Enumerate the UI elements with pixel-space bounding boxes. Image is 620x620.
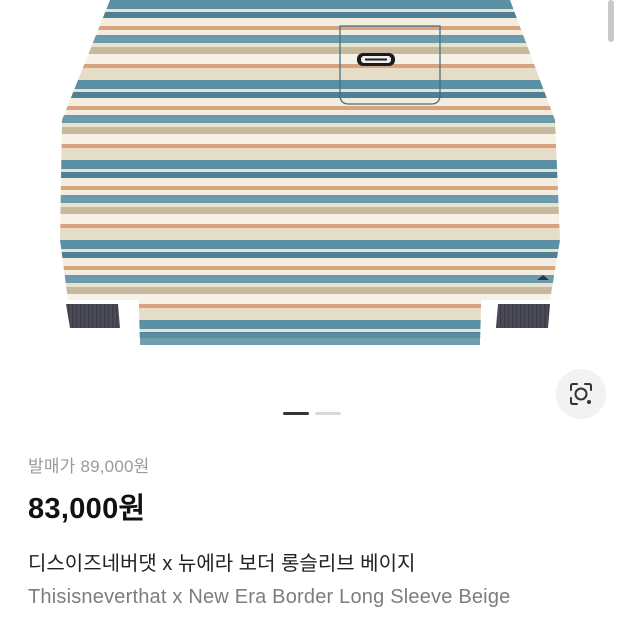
product-info: 발매가 89,000원 83,000원 디스이즈네버댓 x 뉴에라 보더 롱슬리… <box>28 452 598 609</box>
scrollbar[interactable] <box>608 0 614 42</box>
sale-price: 83,000원 <box>28 493 146 525</box>
product-name-en: Thisisneverthat x New Era Border Long Sl… <box>28 586 511 608</box>
visual-search-button[interactable] <box>556 369 606 419</box>
lens-camera-icon <box>570 383 592 405</box>
product-image-area[interactable] <box>0 0 620 440</box>
product-image[interactable] <box>0 0 620 380</box>
product-name-ko: 디스이즈네버댓 x 뉴에라 보더 롱슬리브 베이지 <box>28 553 416 575</box>
carousel-dot-1[interactable] <box>283 412 309 415</box>
carousel-indicator <box>283 412 341 416</box>
carousel-dot-2[interactable] <box>315 412 341 415</box>
original-price: 발매가 89,000원 <box>28 457 150 476</box>
